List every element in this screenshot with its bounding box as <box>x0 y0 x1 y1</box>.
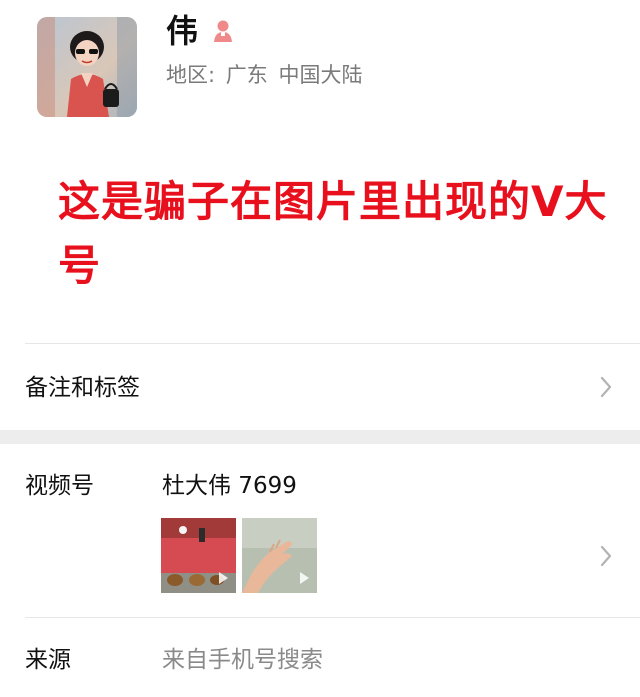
channel-name: 杜大伟 7699 <box>162 473 297 499</box>
chevron-right-icon <box>600 376 612 398</box>
avatar[interactable] <box>37 17 137 117</box>
video-thumbnail-ducks[interactable] <box>161 518 236 593</box>
region: 地区: 广东 中国大陆 <box>166 60 362 90</box>
red-annotation-text: 这是骗子在图片里出现的V大号 <box>58 177 608 290</box>
video-thumbnail-hand[interactable] <box>242 518 317 593</box>
region-label: 地区: <box>166 63 216 87</box>
region-province: 广东 <box>225 63 268 87</box>
remark-label: 备注和标签 <box>25 375 140 401</box>
source-value: 来自手机号搜索 <box>162 647 323 673</box>
region-country: 中国大陆 <box>278 63 363 87</box>
name-row: 伟 <box>166 10 236 52</box>
channels-row[interactable]: 视频号 杜大伟 7699 <box>0 444 640 618</box>
remark-and-tags-row[interactable]: 备注和标签 <box>0 344 640 430</box>
source-row: 来源 来自手机号搜索 <box>0 618 640 697</box>
chevron-right-icon <box>600 545 612 567</box>
channels-label: 视频号 <box>25 473 94 499</box>
section-separator <box>0 430 640 444</box>
profile-header: 伟 地区: 广东 中国大陆 <box>0 0 640 130</box>
source-label: 来源 <box>25 647 71 673</box>
profile-name: 伟 <box>166 12 199 50</box>
female-user-icon <box>210 18 236 44</box>
